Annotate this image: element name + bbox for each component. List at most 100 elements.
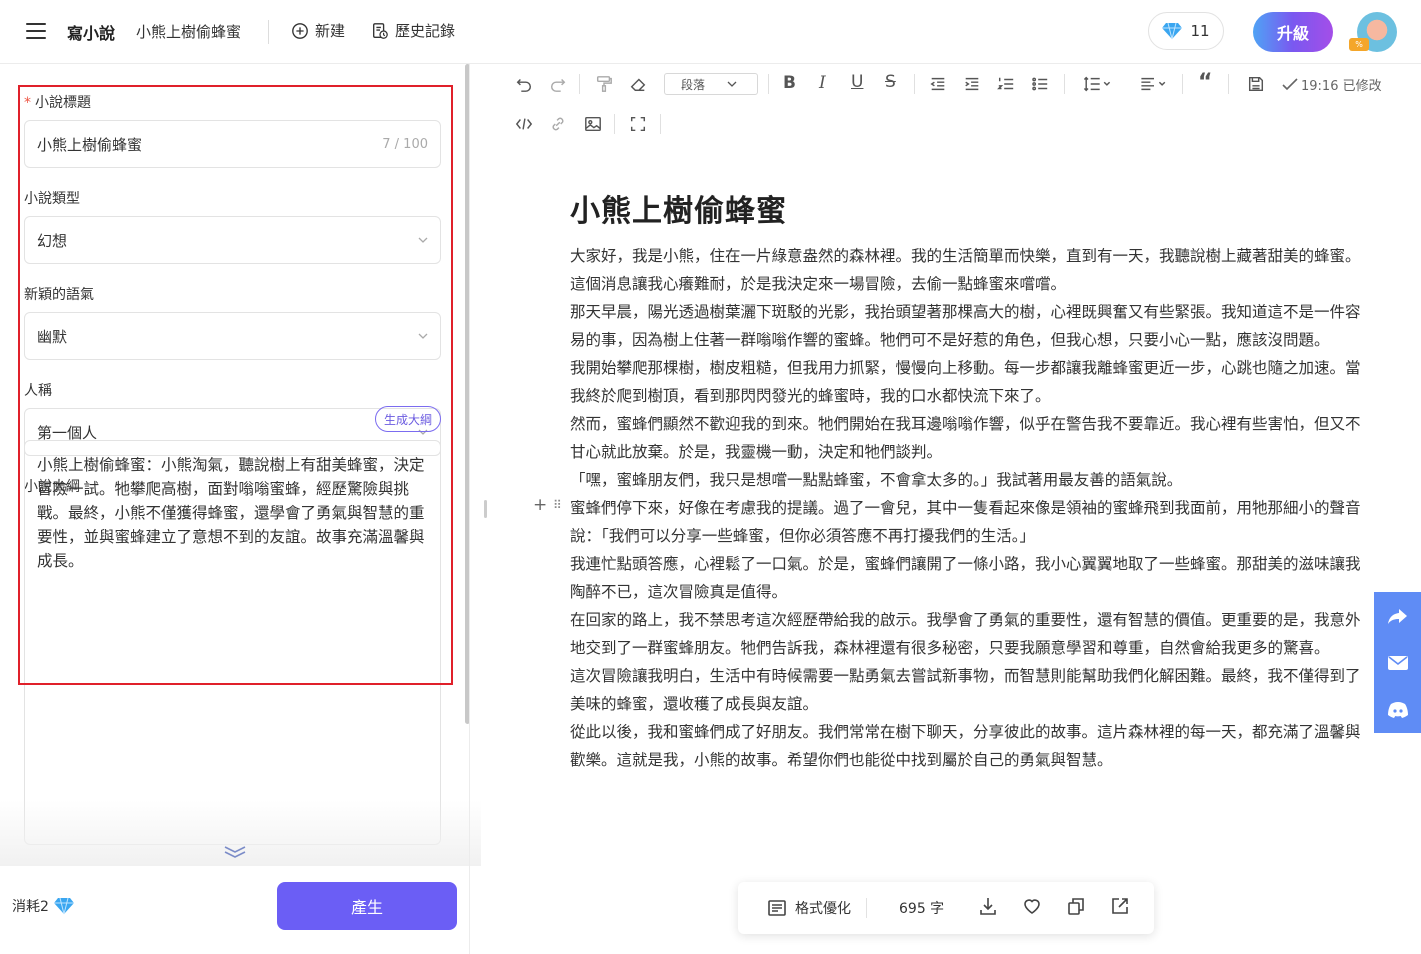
image-icon[interactable] [581, 112, 605, 136]
title-counter: 7 / 100 [382, 136, 428, 152]
panel-divider [469, 64, 470, 954]
redo-icon[interactable] [546, 72, 570, 96]
format-optimize-button[interactable]: 格式優化 [767, 898, 851, 918]
tone-select[interactable]: 幽默 [24, 312, 441, 360]
copy-icon[interactable] [1066, 896, 1086, 916]
save-status-text: 19:16 已修改 [1301, 79, 1382, 94]
diamond-icon [53, 897, 74, 915]
mail-icon[interactable] [1386, 651, 1410, 675]
chevron-down-icon [727, 81, 737, 87]
paragraph: 蜜蜂們停下來，好像在考慮我的提議。過了一會兒，其中一隻看起來像是領袖的蜜蜂飛到我… [570, 499, 1361, 545]
plus-circle-icon [292, 22, 308, 39]
chevron-down-icon [418, 333, 428, 339]
outline-textarea[interactable]: 小熊上樹偷蜂蜜：小熊淘氣，聽說樹上有甜美蜂蜜，決定冒險一試。牠攀爬高樹，面對嗡嗡… [24, 440, 441, 845]
separator [1064, 74, 1065, 94]
diamond-icon [1162, 22, 1183, 40]
link-icon[interactable] [546, 112, 570, 136]
new-label: 新建 [315, 22, 346, 40]
paragraph: 大家好，我是小熊，住在一片綠意盎然的森林裡。我的生活簡單而快樂，直到有一天，我聽… [570, 247, 1361, 293]
separator [579, 74, 580, 94]
document-body[interactable]: 大家好，我是小熊，住在一片綠意盎然的森林裡。我的生活簡單而快樂，直到有一天，我聽… [570, 242, 1372, 774]
generate-button[interactable]: 產生 [277, 882, 457, 930]
check-icon [1282, 77, 1298, 90]
genre-value: 幻想 [37, 231, 68, 250]
paragraph: 在回家的路上，我不禁思考這次經歷帶給我的啟示。我學會了勇氣的重要性，還有智慧的價… [570, 611, 1361, 657]
paragraph: 這次冒險讓我明白，生活中有時候需要一點勇氣去嘗試新事物，而智慧則能幫助我們化解困… [570, 667, 1361, 713]
outline-text: 小熊上樹偷蜂蜜：小熊淘氣，聽說樹上有甜美蜂蜜，決定冒險一試。牠攀爬高樹，面對嗡嗡… [37, 456, 425, 570]
bold-icon[interactable]: B [783, 73, 796, 93]
history-label: 歷史記錄 [395, 22, 456, 40]
top-bar: 寫小說 小熊上樹偷蜂蜜 新建 歷史記錄 11 升級 % [0, 0, 1421, 64]
code-icon[interactable] [512, 112, 536, 136]
gem-count: 11 [1190, 22, 1210, 40]
format-painter-icon[interactable] [592, 72, 616, 96]
resize-handle[interactable] [484, 500, 487, 518]
pov-label: 人稱 [24, 383, 52, 399]
format-icon [768, 900, 786, 916]
avatar-badge: % [1349, 38, 1369, 51]
paragraph: 「嘿，蜜蜂朋友們，我只是想嚐一點點蜂蜜，不會拿太多的。」我試著用最友善的語氣說。 [570, 471, 1183, 489]
ordered-list-icon[interactable] [994, 72, 1018, 96]
chevron-down-icon [418, 237, 428, 243]
quote-icon[interactable]: “ [1198, 70, 1212, 95]
separator [660, 114, 661, 134]
word-count: 695 字 [899, 898, 944, 918]
undo-icon[interactable] [512, 72, 536, 96]
outdent-icon[interactable] [926, 72, 950, 96]
tone-label: 新穎的語氣 [24, 287, 94, 303]
paragraph: 我開始攀爬那棵樹，樹皮粗糙，但我用力抓緊，慢慢向上移動。每一步都讓我離蜂蜜更近一… [570, 359, 1361, 405]
underline-icon[interactable]: U [851, 72, 863, 92]
drag-handle-icon[interactable]: ⠿ [553, 498, 562, 512]
document-name: 小熊上樹偷蜂蜜 [136, 23, 242, 41]
bullet-list-icon[interactable] [1028, 72, 1052, 96]
save-icon[interactable] [1244, 72, 1268, 96]
app-title: 寫小說 [67, 24, 116, 43]
paragraph: 我連忙點頭答應，心裡鬆了一口氣。於是，蜜蜂們讓開了一條小路，我小心翼翼地取了一些… [570, 555, 1361, 601]
save-status: 19:16 已修改 [1282, 75, 1382, 94]
italic-icon[interactable]: I [819, 73, 826, 93]
menu-icon[interactable] [26, 23, 46, 41]
title-label: * 小說標題 [24, 95, 91, 111]
title-value: 小熊上樹偷蜂蜜 [37, 135, 143, 154]
new-button[interactable]: 新建 [291, 20, 345, 41]
separator [614, 114, 615, 134]
divider [268, 20, 269, 44]
open-external-icon[interactable] [1110, 896, 1130, 916]
genre-label: 小說類型 [24, 191, 80, 207]
indent-icon[interactable] [960, 72, 984, 96]
add-block-icon[interactable]: + [533, 495, 547, 515]
upgrade-button[interactable]: 升級 [1253, 12, 1333, 52]
eraser-icon[interactable] [626, 72, 650, 96]
cost-display: 消耗2 [12, 896, 74, 916]
line-height-icon[interactable] [1078, 72, 1116, 96]
format-label: 格式優化 [795, 901, 851, 917]
word-count-text: 695 字 [899, 901, 945, 917]
separator [1182, 74, 1183, 94]
separator [866, 898, 867, 918]
generate-outline-button[interactable]: 生成大綱 [375, 406, 441, 432]
double-chevron-down-icon[interactable] [223, 845, 247, 859]
paragraph: 那天早晨，陽光透過樹葉灑下斑駁的光影，我抬頭望著那棵高大的樹，心裡既興奮又有些緊… [570, 303, 1361, 349]
separator [1228, 74, 1229, 94]
strikethrough-icon[interactable]: S [885, 72, 896, 92]
align-icon[interactable] [1135, 72, 1173, 96]
gem-balance[interactable]: 11 [1148, 12, 1224, 50]
download-icon[interactable] [978, 896, 998, 916]
history-icon [373, 22, 388, 39]
separator [914, 74, 915, 94]
genre-select[interactable]: 幻想 [24, 216, 441, 264]
heart-icon[interactable] [1022, 896, 1042, 916]
share-icon[interactable] [1386, 604, 1410, 628]
discord-icon[interactable] [1386, 698, 1410, 722]
history-button[interactable]: 歷史記錄 [371, 20, 455, 41]
paragraph: 然而，蜜蜂們顯然不歡迎我的到來。牠們開始在我耳邊嗡嗡作響，似乎在警告我不要靠近。… [570, 415, 1361, 461]
separator [768, 74, 769, 94]
side-rail [1374, 592, 1421, 733]
paragraph-select[interactable]: 段落 [664, 73, 758, 95]
paragraph-select-value: 段落 [681, 77, 706, 92]
fullscreen-icon[interactable] [626, 112, 650, 136]
title-input[interactable]: 小熊上樹偷蜂蜜 7 / 100 [24, 120, 441, 168]
cost-label: 消耗2 [12, 899, 49, 915]
paragraph: 從此以後，我和蜜蜂們成了好朋友。我們常常在樹下聊天，分享彼此的故事。這片森林裡的… [570, 723, 1361, 769]
document-title[interactable]: 小熊上樹偷蜂蜜 [570, 186, 787, 230]
